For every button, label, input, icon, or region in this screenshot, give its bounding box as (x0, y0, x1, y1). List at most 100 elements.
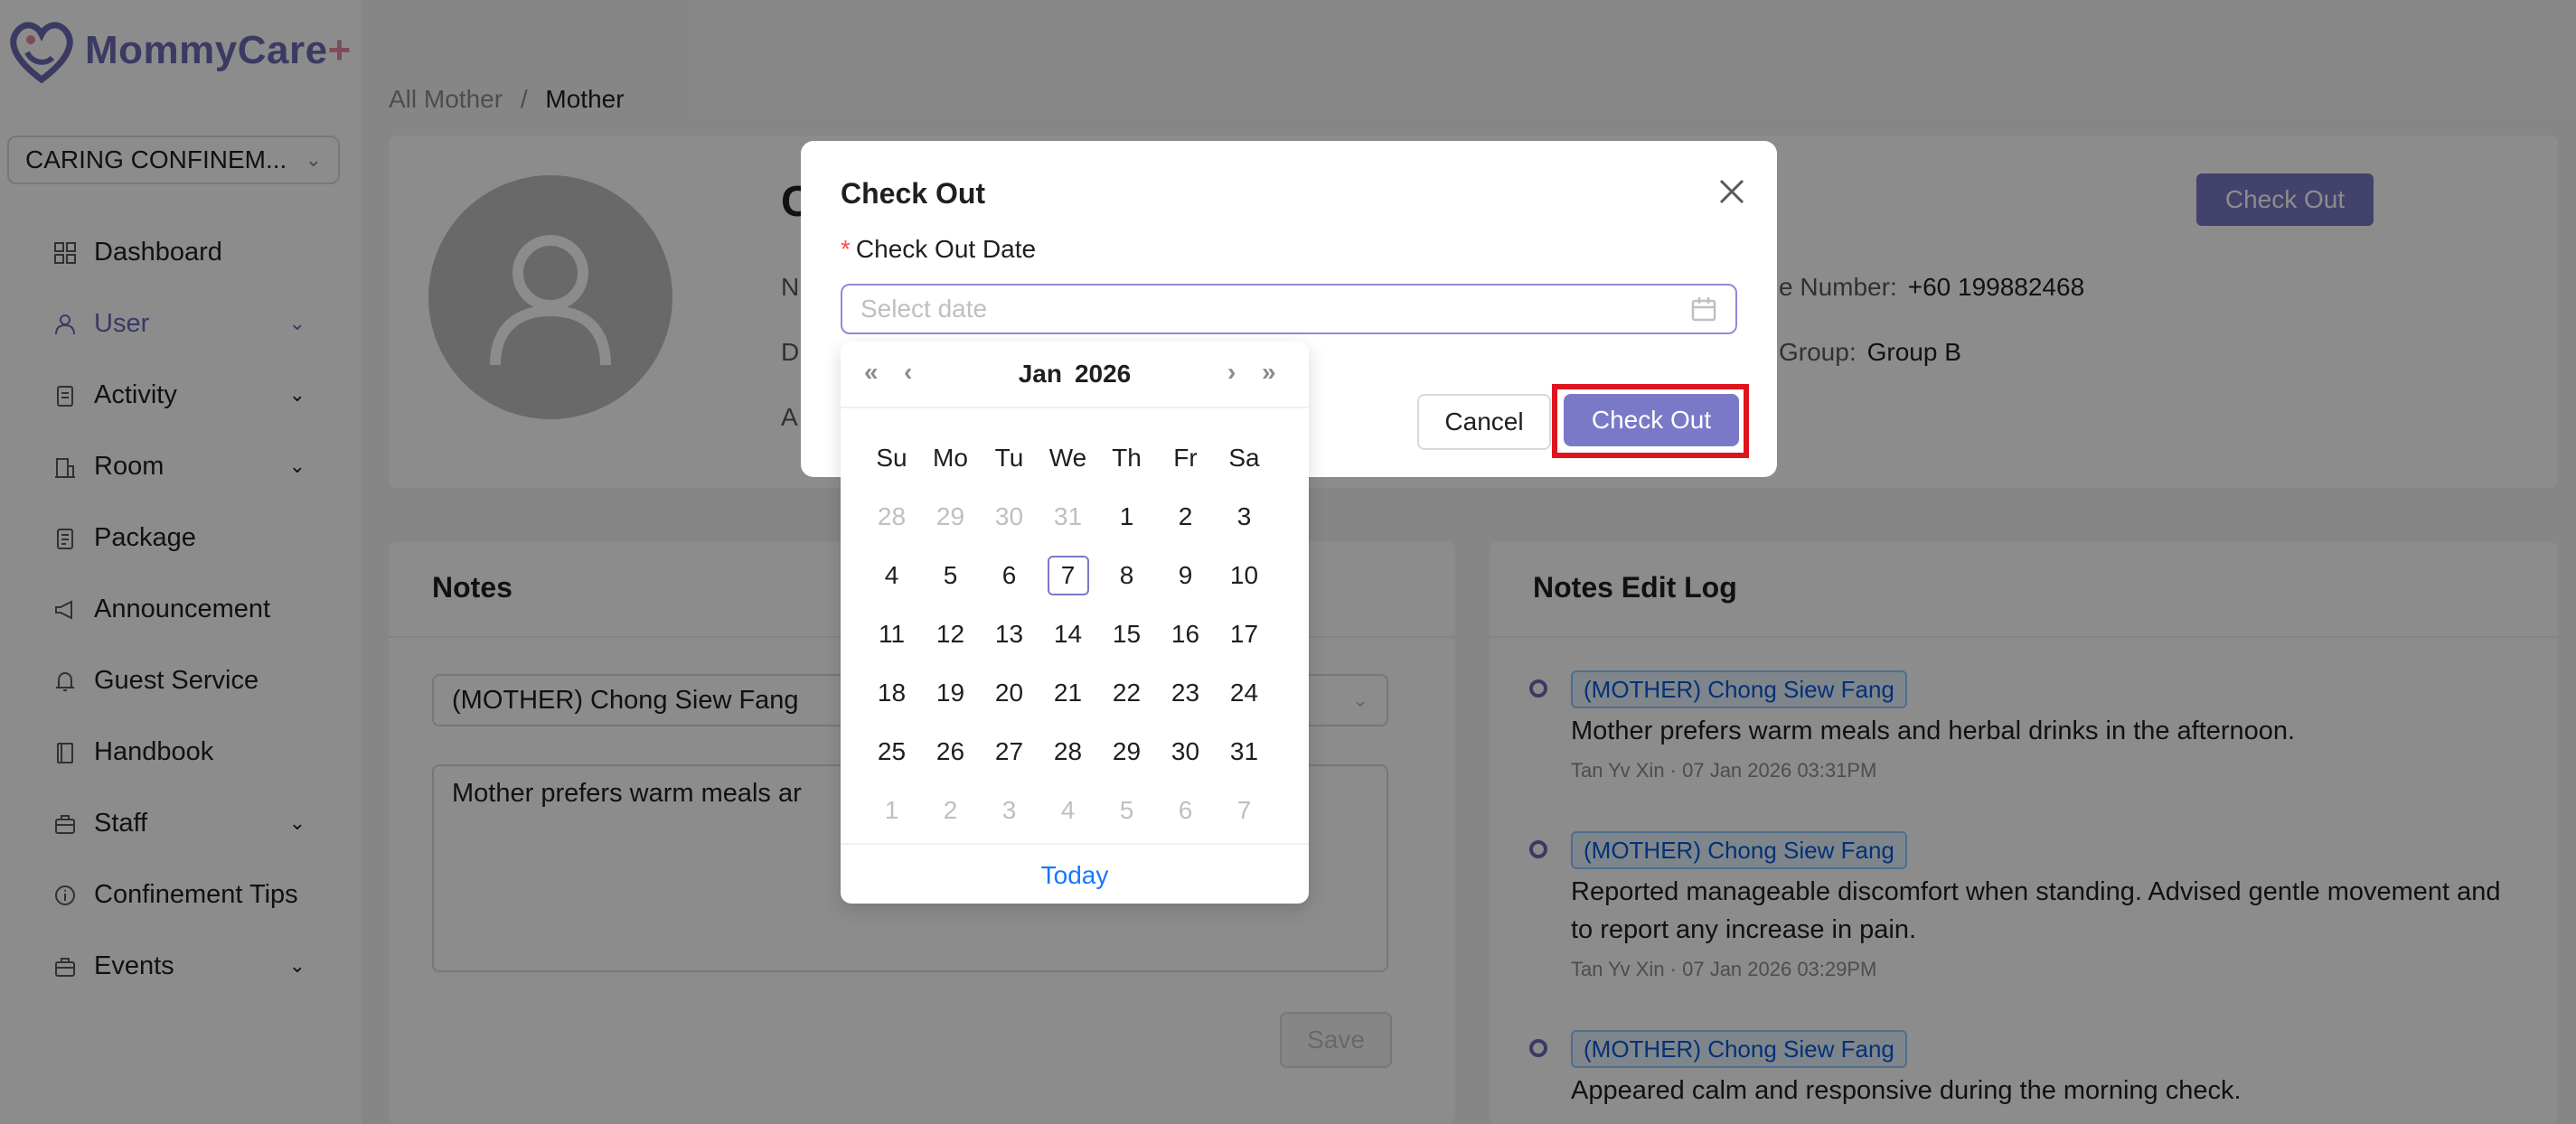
calendar-day[interactable]: 26 (921, 737, 980, 766)
calendar-day-number: 4 (884, 560, 899, 589)
calendar-week-row: 28 29 30 31 1 2 3 (862, 487, 1287, 546)
calendar-day[interactable]: 12 (921, 620, 980, 649)
calendar-day-number: 31 (1053, 501, 1083, 530)
calendar-day-number: 18 (877, 678, 907, 707)
calendar-day-number: 2 (1178, 501, 1193, 530)
calendar-icon (1691, 297, 1716, 322)
calendar-day-number: 11 (878, 619, 906, 648)
calendar-day[interactable]: 14 (1039, 620, 1097, 649)
prev-year-icon[interactable]: « (864, 358, 879, 387)
weekday-label: Tu (994, 443, 1024, 472)
calendar-day-number: 24 (1229, 678, 1259, 707)
calendar-day-number: 3 (1236, 501, 1252, 530)
calendar-day-number: 30 (1170, 736, 1200, 765)
close-icon[interactable] (1714, 173, 1750, 210)
calendar-day[interactable]: 5 (1097, 796, 1156, 825)
calendar-day[interactable]: 9 (1156, 561, 1215, 590)
calendar-day-number: 12 (935, 619, 965, 648)
calendar-day-number: 7 (1047, 555, 1089, 595)
calendar-grid: Su Mo Tu We Th Fr Sa 28 29 30 31 1 2 3 4 5 6 7 8 9 10 11 12 13 1… (862, 428, 1287, 839)
calendar-day-number: 1 (884, 795, 899, 824)
calendar-week-row: 18 19 20 21 22 23 24 (862, 663, 1287, 722)
calendar-day-number: 7 (1236, 795, 1252, 824)
calendar-day-number: 23 (1170, 678, 1200, 707)
calendar-day[interactable]: 29 (1097, 737, 1156, 766)
calendar-day[interactable]: 18 (862, 679, 921, 707)
calendar-week-row: 25 26 27 28 29 30 31 (862, 722, 1287, 781)
calendar-week-row: 11 12 13 14 15 16 17 (862, 604, 1287, 663)
calendar-day[interactable]: 3 (980, 796, 1039, 825)
calendar-day-number: 13 (994, 619, 1024, 648)
calendar-day[interactable]: 27 (980, 737, 1039, 766)
calendar-day[interactable]: 28 (1039, 737, 1097, 766)
calendar-day-number: 5 (1119, 795, 1134, 824)
calendar-day[interactable]: 23 (1156, 679, 1215, 707)
calendar-day[interactable]: 17 (1215, 620, 1274, 649)
weekday-label: Th (1112, 443, 1142, 472)
prev-month-icon[interactable]: ‹ (904, 358, 912, 387)
check-out-date-label: * Check Out Date (841, 235, 1037, 263)
calendar-day-number: 28 (1053, 736, 1083, 765)
calendar-day[interactable]: 30 (980, 502, 1039, 531)
calendar-day-number: 16 (1170, 619, 1200, 648)
calendar-day-number: 14 (1053, 619, 1083, 648)
calendar-day-number: 27 (994, 736, 1024, 765)
calendar-day[interactable]: 28 (862, 502, 921, 531)
date-picker-dropdown: « ‹ Jan 2026 › » Su Mo Tu We Th Fr Sa 28 29 30 31 1… (841, 342, 1309, 904)
calendar-day-number: 3 (1001, 795, 1017, 824)
calendar-day-number: 4 (1060, 795, 1076, 824)
calendar-day[interactable]: 10 (1215, 561, 1274, 590)
calendar-week-row: 4 5 6 7 8 9 10 (862, 546, 1287, 604)
calendar-day[interactable]: 1 (862, 796, 921, 825)
calendar-day[interactable]: 4 (1039, 796, 1097, 825)
calendar-day-number: 6 (1178, 795, 1193, 824)
month-label[interactable]: Jan (1019, 360, 1062, 389)
calendar-day[interactable]: 5 (921, 561, 980, 590)
date-input-placeholder: Select date (860, 295, 988, 323)
calendar-day[interactable]: 3 (1215, 502, 1274, 531)
calendar-day-number: 22 (1112, 678, 1142, 707)
calendar-day-number: 1 (1119, 501, 1134, 530)
weekday-label: Su (876, 443, 907, 472)
weekday-label: Sa (1228, 443, 1260, 472)
calendar-day[interactable]: 30 (1156, 737, 1215, 766)
next-month-icon[interactable]: › (1227, 358, 1236, 387)
calendar-day[interactable]: 15 (1097, 620, 1156, 649)
check-out-date-input[interactable]: Select date (841, 284, 1737, 334)
calendar-day-number: 21 (1053, 678, 1083, 707)
calendar-day[interactable]: 24 (1215, 679, 1274, 707)
calendar-day[interactable]: 22 (1097, 679, 1156, 707)
calendar-day[interactable]: 16 (1156, 620, 1215, 649)
weekday-label: We (1048, 443, 1087, 472)
calendar-day-number: 31 (1229, 736, 1259, 765)
calendar-day[interactable]: 19 (921, 679, 980, 707)
today-link[interactable]: Today (841, 843, 1309, 905)
calendar-day[interactable]: 29 (921, 502, 980, 531)
weekday-header-row: Su Mo Tu We Th Fr Sa (862, 428, 1287, 487)
calendar-day[interactable]: 4 (862, 561, 921, 590)
calendar-day[interactable]: 7 (1215, 796, 1274, 825)
calendar-day-today[interactable]: 7 (1039, 555, 1097, 595)
calendar-day[interactable]: 31 (1215, 737, 1274, 766)
calendar-day[interactable]: 20 (980, 679, 1039, 707)
calendar-day-number: 17 (1229, 619, 1259, 648)
calendar-day-number: 20 (994, 678, 1024, 707)
calendar-day-number: 29 (935, 501, 965, 530)
calendar-day[interactable]: 6 (1156, 796, 1215, 825)
calendar-day[interactable]: 25 (862, 737, 921, 766)
modal-title: Check Out (841, 177, 986, 210)
calendar-day[interactable]: 11 (862, 620, 921, 649)
calendar-day-number: 2 (943, 795, 958, 824)
calendar-day[interactable]: 21 (1039, 679, 1097, 707)
next-year-icon[interactable]: » (1262, 358, 1276, 387)
calendar-day[interactable]: 6 (980, 561, 1039, 590)
calendar-day[interactable]: 2 (1156, 502, 1215, 531)
calendar-day[interactable]: 2 (921, 796, 980, 825)
cancel-button[interactable]: Cancel (1417, 394, 1551, 450)
calendar-day[interactable]: 13 (980, 620, 1039, 649)
calendar-day[interactable]: 8 (1097, 561, 1156, 590)
calendar-day[interactable]: 31 (1039, 502, 1097, 531)
calendar-day[interactable]: 1 (1097, 502, 1156, 531)
year-label[interactable]: 2026 (1075, 360, 1131, 389)
highlight-box (1552, 384, 1749, 458)
